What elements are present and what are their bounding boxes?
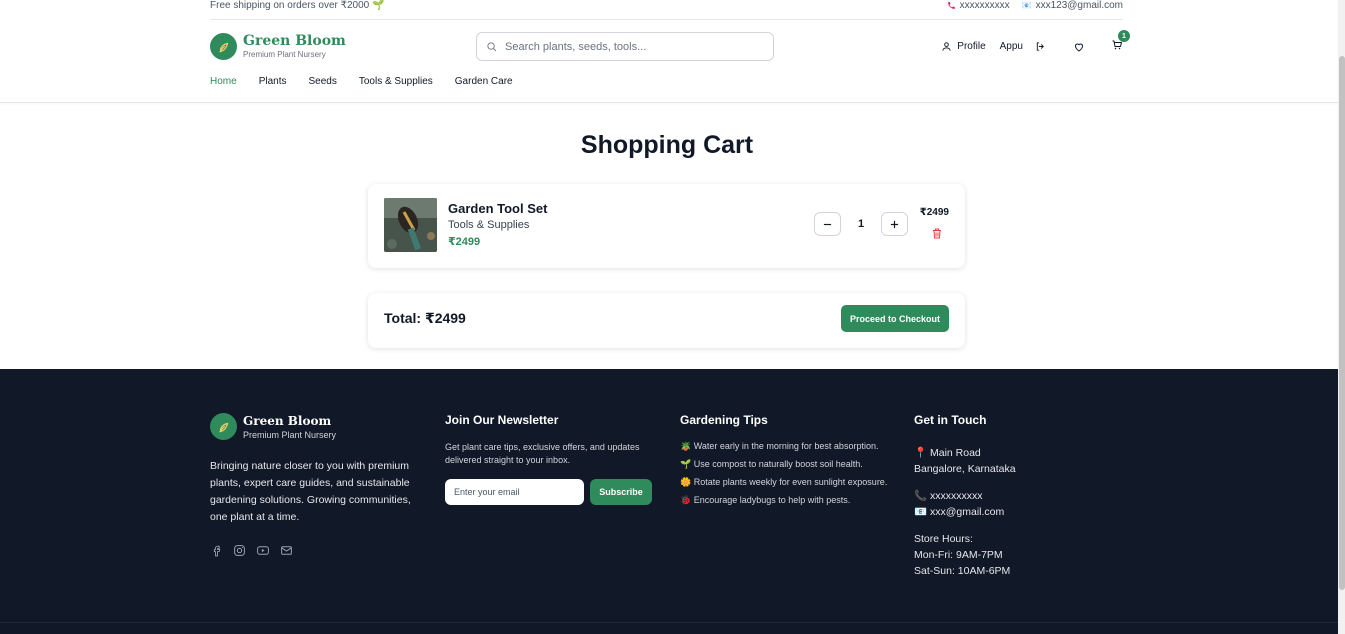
top-contact: xxxxxxxxxx 📧 xxx123@gmail.com xyxy=(947,0,1123,11)
search-bar[interactable] xyxy=(476,32,774,61)
tip-item: 🌱 Use compost to naturally boost soil he… xyxy=(680,459,863,469)
top-phone[interactable]: xxxxxxxxxx xyxy=(947,0,1010,11)
newsletter-text: Get plant care tips, exclusive offers, a… xyxy=(445,442,640,465)
nav-home[interactable]: Home xyxy=(210,76,237,87)
subscribe-button[interactable]: Subscribe xyxy=(590,479,652,505)
footer-logo[interactable]: Green Bloom Premium Plant Nursery xyxy=(210,413,420,440)
search-input[interactable] xyxy=(505,40,755,53)
top-email[interactable]: 📧 xxx123@gmail.com xyxy=(1022,0,1123,11)
cart-item-price: ₹2499 xyxy=(448,236,481,248)
address-line-2: Bangalore, Karnataka xyxy=(914,463,1016,475)
shipping-notice: Free shipping on orders over ₹2000 🌱 xyxy=(210,0,385,11)
top-phone-text: xxxxxxxxxx xyxy=(959,0,1010,11)
nav-plants[interactable]: Plants xyxy=(259,76,287,87)
profile-link[interactable]: Profile xyxy=(941,41,986,52)
quantity-value: 1 xyxy=(857,218,865,230)
header-actions: Profile Appu 1 xyxy=(941,30,1130,54)
main-nav: Home Plants Seeds Tools & Supplies Garde… xyxy=(210,76,513,87)
quantity-stepper: 1 xyxy=(814,212,908,236)
youtube-icon[interactable] xyxy=(256,544,270,557)
scrollbar-thumb[interactable] xyxy=(1339,56,1345,590)
cart-item-category: Tools & Supplies xyxy=(448,219,530,231)
logout-icon xyxy=(1036,42,1044,51)
search-icon xyxy=(487,42,497,52)
page-scrollbar[interactable] xyxy=(1338,0,1345,634)
cart-summary: Total: ₹2499 Proceed to Checkout xyxy=(368,293,965,348)
product-image xyxy=(384,198,437,252)
nav-garden-care[interactable]: Garden Care xyxy=(455,76,513,87)
remove-item-button[interactable] xyxy=(932,226,942,244)
footer-brand: Green Bloom Premium Plant Nursery Bringi… xyxy=(210,413,420,557)
increase-quantity-button[interactable] xyxy=(881,212,908,236)
page-title: Shopping Cart xyxy=(580,131,754,159)
instagram-icon[interactable] xyxy=(233,544,246,557)
newsletter-heading: Join Our Newsletter xyxy=(445,413,559,427)
cart-item: Garden Tool Set Tools & Supplies ₹2499 1… xyxy=(368,184,965,268)
tip-item: 🌼 Rotate plants weekly for even sunlight… xyxy=(680,477,888,487)
phone-icon xyxy=(947,2,955,9)
tips-heading: Gardening Tips xyxy=(680,413,768,427)
tip-item: 🪴 Water early in the morning for best ab… xyxy=(680,441,879,451)
footer-description: Bringing nature closer to you with premi… xyxy=(210,460,411,523)
heart-icon xyxy=(1074,43,1084,52)
contact-methods: 📞 xxxxxxxxxx 📧 xxx@gmail.com xyxy=(914,488,1016,520)
user-icon xyxy=(942,42,951,51)
logout-button[interactable] xyxy=(1035,41,1046,52)
store-hours-heading: Store Hours: xyxy=(914,533,973,545)
leaf-icon xyxy=(210,33,237,60)
header-divider xyxy=(0,102,1338,103)
nav-tools-supplies[interactable]: Tools & Supplies xyxy=(359,76,433,87)
mail-icon[interactable] xyxy=(280,544,293,557)
footer-newsletter: Join Our Newsletter Get plant care tips,… xyxy=(445,413,655,505)
store-hours: Store Hours: Mon-Fri: 9AM-7PM Sat-Sun: 1… xyxy=(914,531,1016,579)
tips-list: 🪴 Water early in the morning for best ab… xyxy=(680,440,890,507)
cart-count-badge: 1 xyxy=(1118,30,1130,42)
contact-phone[interactable]: 📞 xxxxxxxxxx xyxy=(914,488,1016,504)
contact-heading: Get in Touch xyxy=(914,413,987,427)
mail-icon: 📧 xyxy=(1021,1,1032,10)
store-hours-weekday: Mon-Fri: 9AM-7PM xyxy=(914,549,1003,561)
footer-divider xyxy=(0,622,1338,623)
address-line-1: 📍 Main Road xyxy=(914,447,981,459)
page: Free shipping on orders over ₹2000 🌱 xxx… xyxy=(0,0,1338,634)
plus-icon xyxy=(890,220,899,228)
facebook-icon[interactable] xyxy=(210,544,223,557)
cart-total: Total: ₹2499 xyxy=(384,310,466,326)
site-footer: Green Bloom Premium Plant Nursery Bringi… xyxy=(0,369,1338,634)
social-links xyxy=(210,544,420,557)
cart-item-name: Garden Tool Set xyxy=(448,201,548,216)
site-header: Green Bloom Premium Plant Nursery Profil… xyxy=(210,30,1130,66)
decrease-quantity-button[interactable] xyxy=(814,212,841,236)
footer-brand-name: Green Bloom xyxy=(243,413,332,428)
cart-item-info: Garden Tool Set Tools & Supplies ₹2499 xyxy=(448,201,547,248)
newsletter-form: Subscribe xyxy=(445,479,655,505)
contact-address: 📍 Main Road Bangalore, Karnataka xyxy=(914,445,1016,477)
footer-brand-tagline: Premium Plant Nursery xyxy=(243,429,337,440)
brand-logo[interactable]: Green Bloom Premium Plant Nursery xyxy=(210,33,346,60)
minus-icon xyxy=(823,223,832,225)
tip-item: 🐞 Encourage ladybugs to help with pests. xyxy=(680,495,851,505)
cart-button[interactable]: 1 xyxy=(1111,30,1130,54)
wishlist-button[interactable] xyxy=(1073,41,1085,53)
leaf-icon xyxy=(210,413,237,440)
newsletter-email-input[interactable] xyxy=(445,479,584,505)
footer-contact: Get in Touch 📍 Main Road Bangalore, Karn… xyxy=(914,413,1016,579)
top-email-text: xxx123@gmail.com xyxy=(1035,0,1123,11)
top-bar: Free shipping on orders over ₹2000 🌱 xxx… xyxy=(210,0,1123,20)
store-hours-weekend: Sat-Sun: 10AM-6PM xyxy=(914,565,1011,577)
brand-name: Green Bloom xyxy=(243,33,346,49)
contact-email[interactable]: 📧 xxx@gmail.com xyxy=(914,504,1016,520)
checkout-button[interactable]: Proceed to Checkout xyxy=(841,305,949,332)
brand-tagline: Premium Plant Nursery xyxy=(243,50,326,59)
cart-item-line-total: ₹2499 xyxy=(919,207,949,218)
username: Appu xyxy=(999,41,1023,52)
nav-seeds[interactable]: Seeds xyxy=(308,76,336,87)
footer-tips: Gardening Tips 🪴 Water early in the morn… xyxy=(680,413,890,512)
profile-label: Profile xyxy=(957,41,986,52)
trash-icon xyxy=(933,228,941,239)
